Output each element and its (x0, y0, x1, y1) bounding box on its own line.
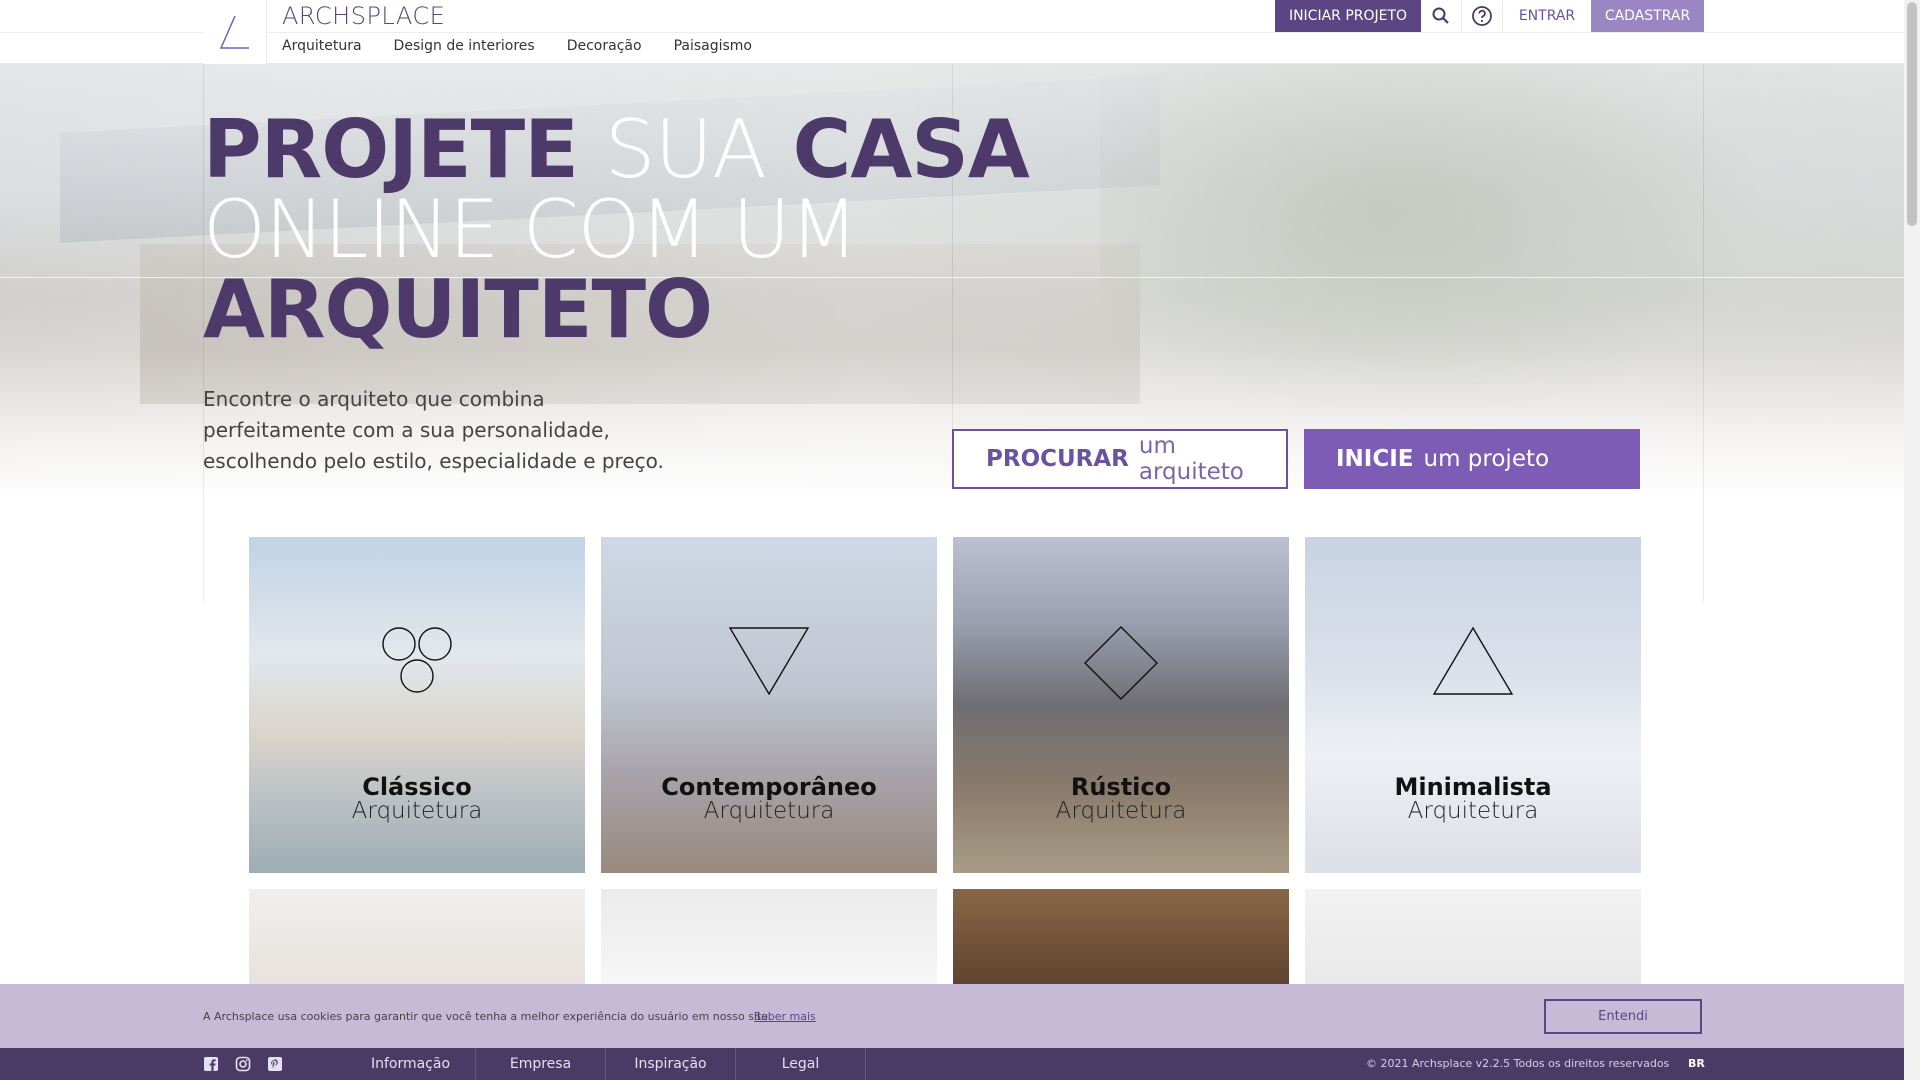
footer-link-inspiracao[interactable]: Inspiração (606, 1048, 736, 1080)
card-title: Rústico (1070, 773, 1172, 801)
start-project-cta-button[interactable]: INICIE um projeto (1304, 429, 1640, 489)
pinterest-icon[interactable] (267, 1056, 283, 1072)
hero-tagline: Encontre o arquiteto que combina perfeit… (203, 387, 664, 473)
social-links (203, 1056, 283, 1072)
card-subtitle: Arquitetura (1055, 798, 1187, 824)
nav-item-arquitetura[interactable]: Arquitetura (282, 38, 362, 54)
cookie-banner: A Archsplace usa cookies para garantir q… (0, 984, 1904, 1048)
interior-card-4[interactable] (1305, 889, 1641, 984)
card-title: Contemporâneo (661, 773, 877, 801)
top-header: ARCHSPLACE Arquitetura Design de interio… (0, 0, 1904, 64)
search-architect-light: um arquiteto (1138, 433, 1244, 485)
nav-item-decoracao[interactable]: Decoração (567, 38, 642, 54)
header-actions: INICIAR PROJETO ENTRAR CADASTRAR (1275, 0, 1704, 32)
start-project-strong: INICIE (1336, 446, 1414, 472)
interior-card-3[interactable] (953, 889, 1289, 984)
search-icon (1432, 7, 1449, 24)
register-button[interactable]: CADASTRAR (1591, 0, 1704, 32)
language-selector[interactable]: BR (1688, 1057, 1705, 1070)
triangle-icon (1432, 626, 1514, 695)
copyright-text: © 2021 Archsplace v2.2.5 Todos os direit… (1366, 1057, 1670, 1070)
footer-link-informacao[interactable]: Informação (346, 1048, 476, 1080)
card-subtitle: Arquitetura (1407, 798, 1539, 824)
help-button[interactable] (1462, 0, 1503, 32)
card-image (601, 889, 937, 984)
help-icon (1472, 6, 1492, 26)
style-card-minimalista[interactable]: Minimalista Arquitetura (1305, 537, 1641, 873)
search-architect-button[interactable]: PROCURAR um arquiteto (952, 429, 1288, 489)
scrollbar-thumb[interactable] (1907, 2, 1917, 226)
cookie-learn-more-link[interactable]: Saber mais (754, 1010, 816, 1023)
grid-line-right (1703, 64, 1704, 602)
card-image (249, 889, 585, 984)
nav-item-paisagismo[interactable]: Paisagismo (674, 38, 752, 54)
brand-name[interactable]: ARCHSPLACE (282, 2, 445, 30)
card-image (953, 889, 1289, 984)
three-circles-icon (382, 627, 452, 693)
inverted-triangle-icon (728, 627, 810, 696)
diamond-icon (1084, 626, 1158, 700)
start-project-button[interactable]: INICIAR PROJETO (1275, 0, 1421, 32)
nav-item-design-de-interiores[interactable]: Design de interiores (394, 38, 535, 54)
triangle-logo-icon (219, 15, 249, 49)
search-architect-strong: PROCURAR (986, 446, 1129, 472)
cookie-accept-button[interactable]: Entendi (1544, 999, 1702, 1034)
main-nav: Arquitetura Design de interiores Decoraç… (282, 38, 752, 54)
cookie-message: A Archsplace usa cookies para garantir q… (203, 1010, 772, 1023)
card-title: Clássico (362, 773, 472, 801)
facebook-icon[interactable] (203, 1056, 219, 1072)
hero-headline: PROJETE SUA CASA ONLINE COM UM ARQUITETO (203, 110, 1103, 350)
headline-line-3: ARQUITETO (203, 263, 713, 356)
instagram-icon[interactable] (235, 1056, 251, 1072)
card-subtitle: Arquitetura (351, 798, 483, 824)
card-image (1305, 889, 1641, 984)
footer-link-empresa[interactable]: Empresa (476, 1048, 606, 1080)
card-subtitle: Arquitetura (703, 798, 835, 824)
start-project-light: um projeto (1423, 446, 1550, 472)
style-card-rustico[interactable]: Rústico Arquitetura (953, 537, 1289, 873)
logo[interactable] (203, 0, 267, 64)
header-divider (0, 32, 1904, 33)
card-title: Minimalista (1394, 773, 1552, 801)
interior-card-1[interactable] (249, 889, 585, 984)
style-card-contemporaneo[interactable]: Contemporâneo Arquitetura (601, 537, 937, 873)
interior-card-2[interactable] (601, 889, 937, 984)
footer: Informação Empresa Inspiração Legal © 20… (0, 1048, 1904, 1080)
footer-link-legal[interactable]: Legal (736, 1048, 866, 1080)
style-card-classico[interactable]: Clássico Arquitetura (249, 537, 585, 873)
page-scrollbar[interactable] (1904, 0, 1920, 1080)
footer-nav: Informação Empresa Inspiração Legal (346, 1048, 866, 1080)
login-button[interactable]: ENTRAR (1503, 0, 1591, 32)
search-button[interactable] (1421, 0, 1462, 32)
